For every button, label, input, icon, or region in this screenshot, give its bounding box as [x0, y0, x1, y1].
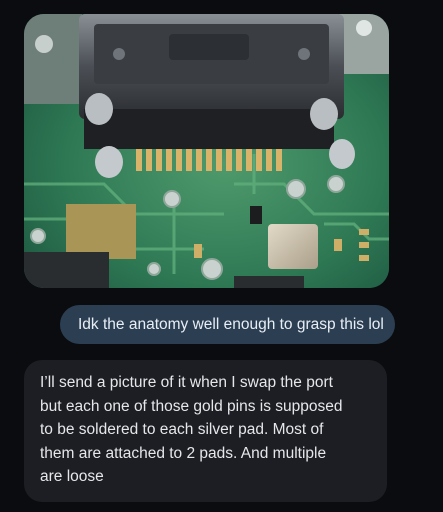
incoming-message-line: are loose: [40, 468, 104, 485]
outgoing-message-bubble[interactable]: Idk the anatomy well enough to grasp thi…: [60, 305, 395, 344]
photo-message[interactable]: [24, 14, 389, 288]
incoming-message-line: I’ll send a picture of it when I swap th…: [40, 374, 333, 391]
incoming-message-line: to be soldered to each silver pad. Most …: [40, 421, 324, 438]
circuit-board-photo: [24, 14, 389, 288]
outgoing-message-text: Idk the anatomy well enough to grasp thi…: [78, 316, 384, 333]
incoming-message-line: but each one of those gold pins is suppo…: [40, 397, 343, 415]
chat-thread: Idk the anatomy well enough to grasp thi…: [0, 0, 443, 512]
incoming-message-line: them are attached to 2 pads. And multipl…: [40, 444, 327, 462]
incoming-message-bubble[interactable]: I’ll send a picture of it when I swap th…: [24, 360, 387, 502]
